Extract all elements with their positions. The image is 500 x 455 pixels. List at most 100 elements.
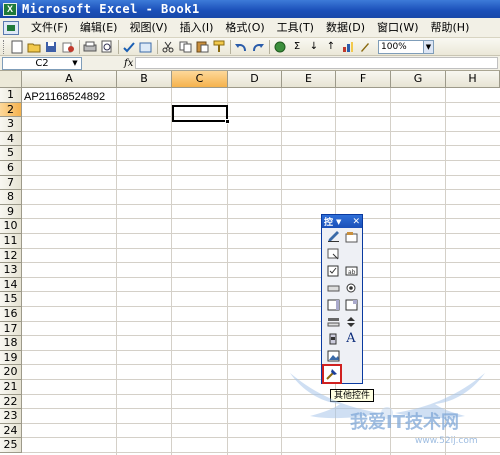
column-header-g[interactable]: G xyxy=(391,71,446,88)
gridline-horizontal xyxy=(22,160,500,161)
standard-toolbar: Σ ↓ ↑ 100% ▼ xyxy=(0,38,500,56)
row-header-14[interactable]: 14 xyxy=(0,277,22,293)
control-toolbox-title-bar[interactable]: 控 ▼ ✕ xyxy=(322,215,362,228)
drawing-icon[interactable] xyxy=(357,39,373,55)
gridline-horizontal xyxy=(22,276,500,278)
row-header-15[interactable]: 15 xyxy=(0,292,22,307)
toolbar-separator xyxy=(118,39,119,54)
row-header-11[interactable]: 11 xyxy=(0,234,22,249)
row-header-16[interactable]: 16 xyxy=(0,307,22,322)
save-icon[interactable] xyxy=(43,39,59,55)
checkbox-icon[interactable] xyxy=(326,264,341,278)
active-cell-c2[interactable] xyxy=(172,105,228,122)
cut-icon[interactable] xyxy=(160,39,176,55)
print-icon[interactable] xyxy=(82,39,98,55)
gridline-vertical xyxy=(227,88,228,455)
properties-icon[interactable] xyxy=(344,230,359,244)
select-all-corner[interactable] xyxy=(0,71,22,88)
row-header-3[interactable]: 3 xyxy=(0,117,22,132)
row-header-23[interactable]: 23 xyxy=(0,409,22,424)
research-icon[interactable] xyxy=(138,39,154,55)
menu-bar: 文件(F) 编辑(E) 视图(V) 插入(I) 格式(O) 工具(T) 数据(D… xyxy=(0,18,500,38)
insert-function-icon[interactable]: fx xyxy=(124,58,133,69)
menu-data[interactable]: 数据(D) xyxy=(320,19,371,37)
cell-a1[interactable]: AP21168524892 xyxy=(24,91,105,103)
new-icon[interactable] xyxy=(9,39,25,55)
chevron-down-icon[interactable]: ▼ xyxy=(69,58,81,69)
autosum-icon[interactable]: Σ xyxy=(289,39,305,55)
chevron-down-icon[interactable]: ▼ xyxy=(336,218,341,226)
workbook-icon[interactable] xyxy=(3,20,19,35)
row-header-7[interactable]: 7 xyxy=(0,175,22,191)
gridline-horizontal xyxy=(22,349,500,351)
view-code-icon[interactable] xyxy=(326,247,341,261)
command-button-icon[interactable] xyxy=(326,281,341,295)
image-icon[interactable] xyxy=(326,349,341,363)
redo-icon[interactable] xyxy=(250,39,266,55)
scrollbar-icon[interactable] xyxy=(326,332,341,346)
textbox-icon[interactable]: ab xyxy=(344,264,359,278)
option-button-icon[interactable] xyxy=(344,281,359,295)
menu-view[interactable]: 视图(V) xyxy=(123,19,173,37)
column-header-b[interactable]: B xyxy=(117,71,172,88)
row-header-10[interactable]: 10 xyxy=(0,219,22,234)
row-header-20[interactable]: 20 xyxy=(0,365,22,380)
menu-format[interactable]: 格式(O) xyxy=(219,19,270,37)
row-header-8[interactable]: 8 xyxy=(0,190,22,205)
row-header-18[interactable]: 18 xyxy=(0,336,22,351)
close-icon[interactable]: ✕ xyxy=(352,217,360,227)
formula-input[interactable] xyxy=(135,57,498,69)
row-header-19[interactable]: 19 xyxy=(0,350,22,366)
column-header-d[interactable]: D xyxy=(228,71,282,88)
column-header-c[interactable]: C xyxy=(172,71,228,88)
print-preview-icon[interactable] xyxy=(99,39,115,55)
toggle-button-icon[interactable] xyxy=(326,315,341,329)
menu-window[interactable]: 窗口(W) xyxy=(371,19,424,37)
row-header-17[interactable]: 17 xyxy=(0,321,22,337)
row-header-9[interactable]: 9 xyxy=(0,204,22,220)
spelling-icon[interactable] xyxy=(121,39,137,55)
menu-tools[interactable]: 工具(T) xyxy=(271,19,320,37)
paste-icon[interactable] xyxy=(194,39,210,55)
row-header-12[interactable]: 12 xyxy=(0,248,22,264)
fill-handle[interactable] xyxy=(225,119,230,124)
chevron-down-icon[interactable]: ▼ xyxy=(424,39,434,54)
menu-help[interactable]: 帮助(H) xyxy=(425,19,476,37)
row-header-6[interactable]: 6 xyxy=(0,161,22,176)
column-header-h[interactable]: H xyxy=(446,71,500,88)
name-box[interactable]: C2 ▼ xyxy=(2,56,82,70)
label-icon[interactable]: A xyxy=(344,331,359,346)
hyperlink-icon[interactable] xyxy=(272,39,288,55)
copy-icon[interactable] xyxy=(177,39,193,55)
open-icon[interactable] xyxy=(26,39,42,55)
column-header-e[interactable]: E xyxy=(282,71,336,88)
listbox-icon[interactable] xyxy=(326,298,341,312)
spin-button-icon[interactable] xyxy=(344,315,359,329)
row-header-4[interactable]: 4 xyxy=(0,131,22,147)
formula-bar: C2 ▼ fx xyxy=(0,56,500,71)
sort-ascending-icon[interactable]: ↓ xyxy=(306,39,322,55)
column-header-a[interactable]: A xyxy=(22,71,117,88)
toolbar-grip[interactable] xyxy=(3,39,6,54)
menu-insert[interactable]: 插入(I) xyxy=(174,19,220,37)
excel-app-icon[interactable]: X xyxy=(3,2,17,16)
chart-wizard-icon[interactable] xyxy=(340,39,356,55)
zoom-select[interactable]: 100% xyxy=(378,39,424,54)
row-header-1[interactable]: 1 xyxy=(0,88,22,103)
row-header-21[interactable]: 21 xyxy=(0,380,22,395)
menu-file[interactable]: 文件(F) xyxy=(25,19,74,37)
combobox-icon[interactable] xyxy=(344,298,359,312)
design-mode-icon[interactable] xyxy=(326,230,341,244)
row-header-25[interactable]: 25 xyxy=(0,438,22,453)
row-header-2[interactable]: 2 xyxy=(0,102,22,118)
menu-edit[interactable]: 编辑(E) xyxy=(74,19,124,37)
undo-icon[interactable] xyxy=(233,39,249,55)
row-header-22[interactable]: 22 xyxy=(0,394,22,410)
sort-descending-icon[interactable]: ↑ xyxy=(323,39,339,55)
format-painter-icon[interactable] xyxy=(211,39,227,55)
row-header-13[interactable]: 13 xyxy=(0,263,22,278)
column-header-f[interactable]: F xyxy=(336,71,391,88)
permission-icon[interactable] xyxy=(60,39,76,55)
row-header-24[interactable]: 24 xyxy=(0,423,22,439)
row-header-5[interactable]: 5 xyxy=(0,146,22,161)
